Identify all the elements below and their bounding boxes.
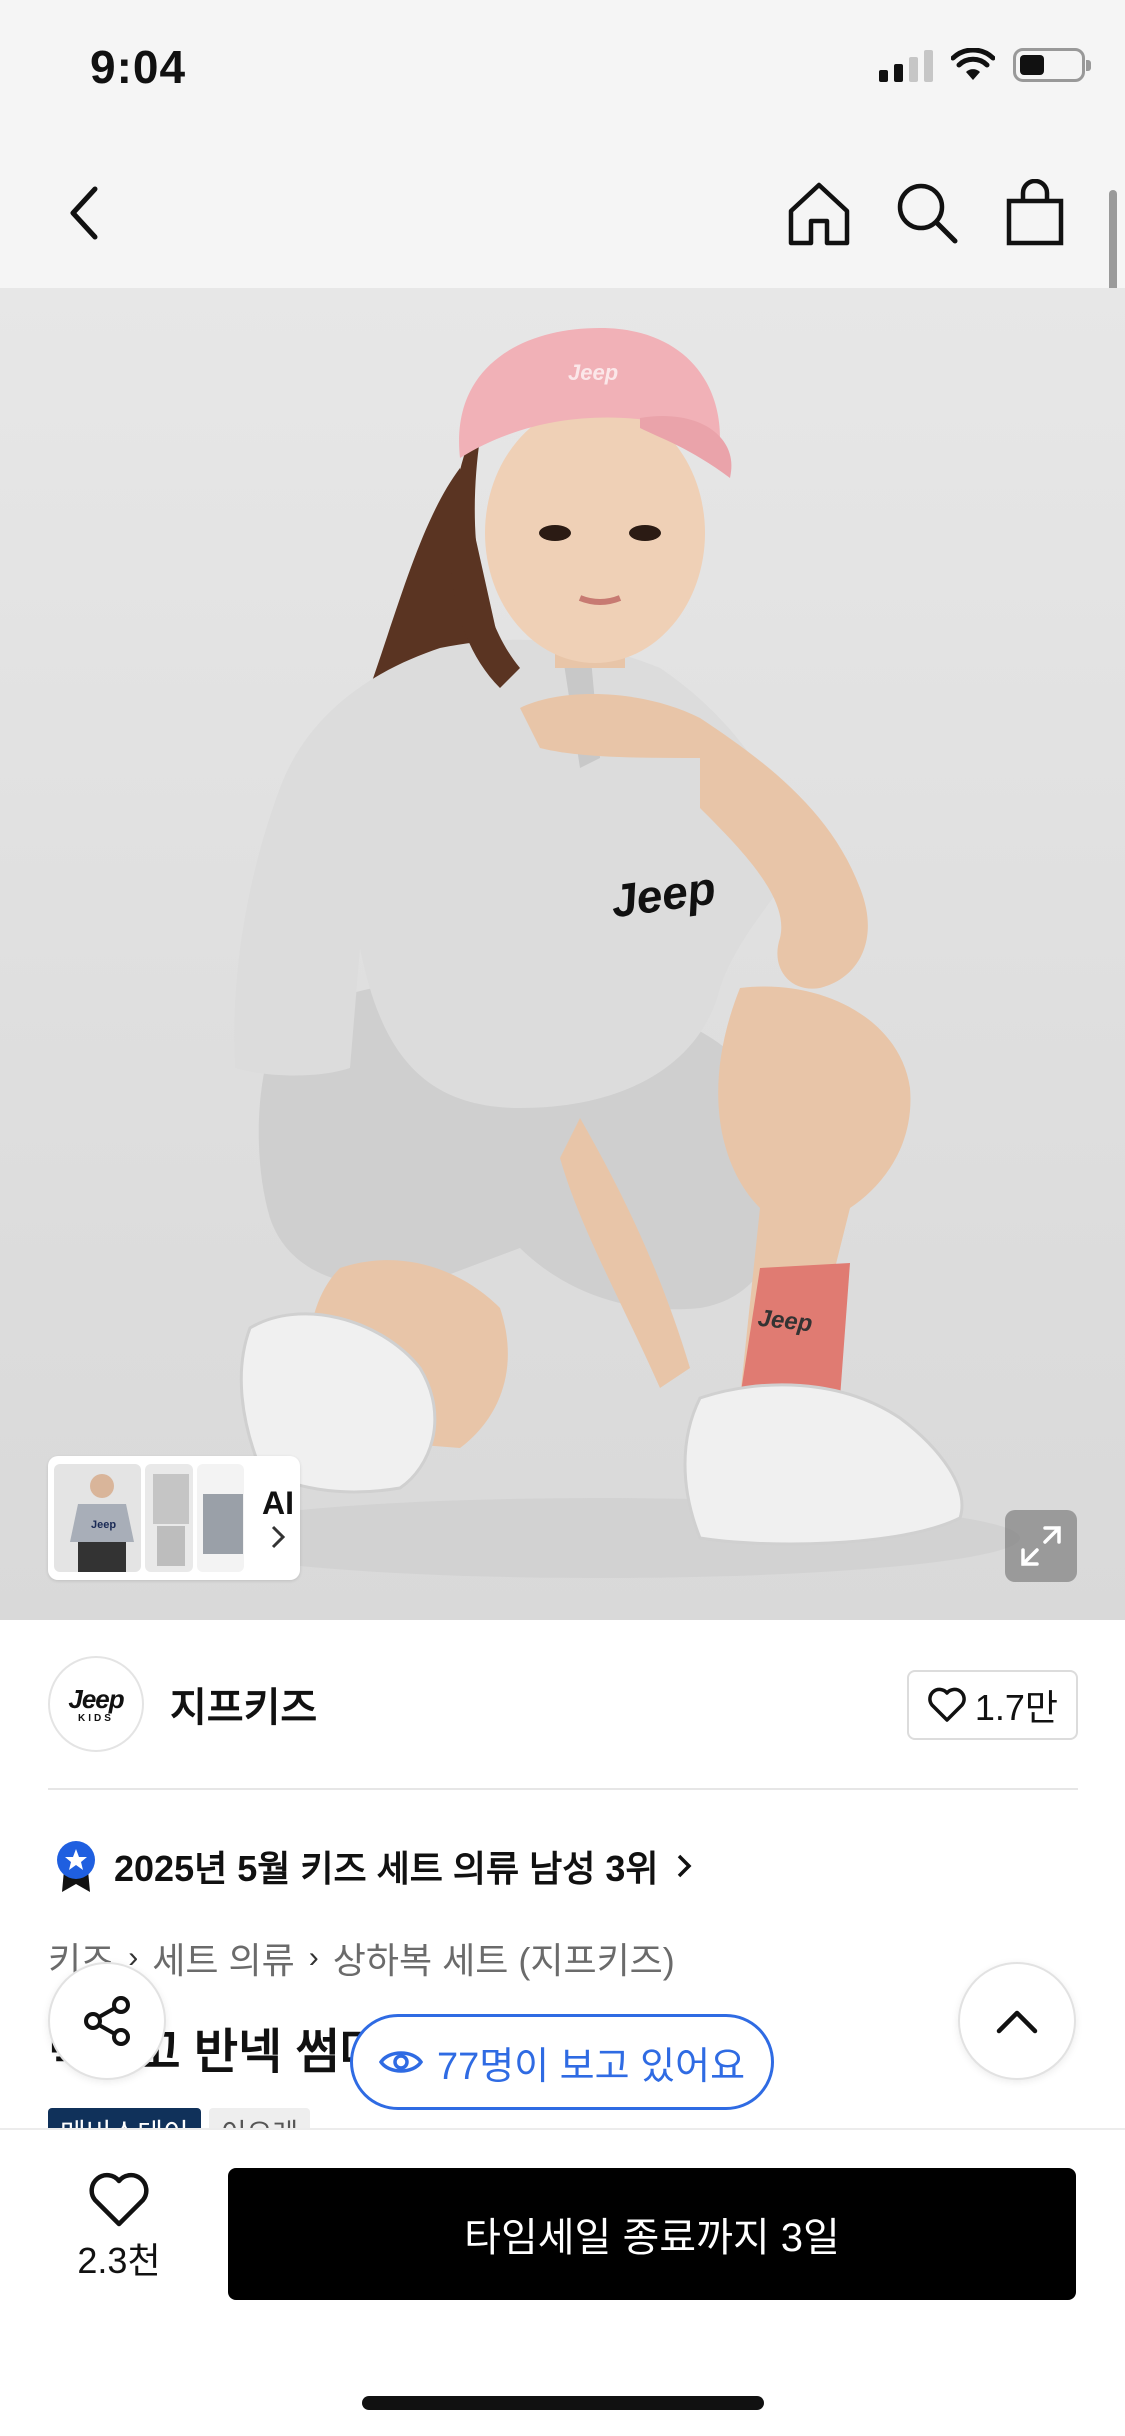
viewers-text: 77명이 보고 있어요 [436,2045,746,2088]
heart-icon [928,1687,966,1722]
breadcrumb-item[interactable]: 상하복 세트 (지프키즈) [333,1932,675,1984]
status-icons [879,48,1091,82]
brand-logo-subtext: KIDS [78,1713,114,1724]
home-icon[interactable] [774,168,864,258]
chevron-right-icon: › [308,1941,319,1974]
divider [48,1788,1078,1790]
ai-thumbnail-strip[interactable]: Jeep AI [48,1456,300,1580]
wifi-icon [951,48,995,80]
thumbnail-set[interactable] [145,1464,193,1572]
ranking-link[interactable]: 2025년 5월 키즈 세트 의류 남성 3위 [54,1840,694,1892]
brand-logo[interactable]: Jeep KIDS [48,1656,144,1752]
product-image[interactable]: Jeep Jeep Jeep Jeep AI [0,288,1125,1620]
thumbnail-tshirt[interactable]: Jeep [54,1464,142,1572]
wishlist-count: 2.3천 [77,2240,161,2281]
navigation-bar [0,140,1125,288]
brand-row[interactable]: Jeep KIDS 지프키즈 1.7만 [48,1656,1078,1752]
status-bar: 9:04 [0,0,1125,140]
expand-icon[interactable] [1005,1510,1077,1582]
breadcrumb-item[interactable]: 세트 의류 [152,1932,294,1984]
ranking-text: 2025년 5월 키즈 세트 의류 남성 3위 [114,1848,659,1889]
status-time: 9:04 [90,41,187,93]
brand-like-button[interactable]: 1.7만 [906,1670,1078,1740]
shopping-bag-icon[interactable] [990,168,1080,258]
search-icon[interactable] [882,168,972,258]
ranking-badge-icon [54,1840,98,1892]
eye-icon [378,2051,423,2073]
thumbnail-logo: Jeep [91,1519,116,1531]
viewers-badge: 77명이 보고 있어요 [350,2014,774,2110]
bottom-bar: 2.3천 타임세일 종료까지 3일 [0,2128,1125,2436]
model-photo: Jeep Jeep Jeep [180,328,1020,1578]
ai-recommend[interactable]: AI [262,1484,294,1552]
chevron-up-icon [996,2010,1038,2034]
back-icon[interactable] [40,168,130,258]
thumbnail-jacket[interactable] [196,1464,244,1572]
brand-like-count: 1.7만 [974,1687,1058,1728]
chevron-right-icon [271,1526,286,1549]
heart-icon [89,2172,149,2227]
ai-label: AI [261,1484,294,1521]
wishlist-button[interactable]: 2.3천 [56,2172,182,2284]
svg-text:Jeep: Jeep [568,360,618,385]
svg-text:Jeep: Jeep [756,1305,813,1338]
cellular-signal-icon [879,48,933,82]
home-indicator [362,2396,764,2410]
share-button[interactable] [48,1962,166,2080]
chevron-right-icon [678,1854,692,1878]
brand-logo-text: Jeep [68,1684,124,1714]
brand-name[interactable]: 지프키즈 [170,1675,317,1733]
battery-icon [1013,48,1091,82]
share-icon [84,1996,130,2046]
scroll-to-top-button[interactable] [958,1962,1076,2080]
purchase-button[interactable]: 타임세일 종료까지 3일 [228,2168,1076,2300]
